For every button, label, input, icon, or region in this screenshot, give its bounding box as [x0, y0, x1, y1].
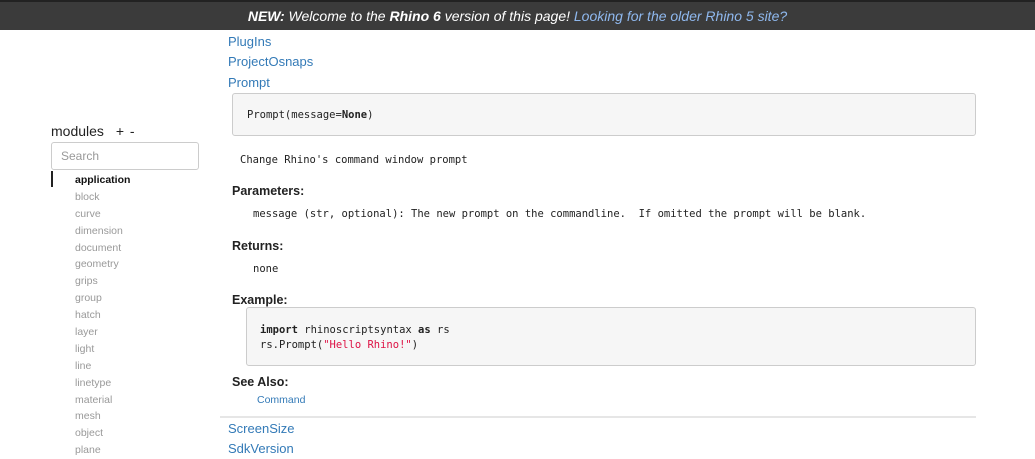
code-text: rhinoscriptsyntax: [297, 324, 419, 336]
module-item-light[interactable]: light: [75, 341, 130, 358]
signature-close: ): [367, 109, 374, 121]
code-text: rs.Prompt(: [260, 339, 324, 351]
module-item-grips[interactable]: grips: [75, 273, 130, 290]
banner-text: Welcome to the: [284, 8, 390, 24]
modules-title: modules: [51, 123, 104, 139]
code-keyword-as: as: [418, 324, 431, 336]
signature-box: Prompt(message=None): [232, 93, 976, 136]
code-text: ): [411, 339, 419, 351]
banner-rhino-label: Rhino 6: [389, 8, 441, 24]
signature-keyword: None: [341, 109, 368, 121]
code-text: rs: [430, 324, 450, 336]
parameters-heading: Parameters:: [232, 184, 305, 198]
module-item-mesh[interactable]: mesh: [75, 408, 130, 425]
function-link-plugins[interactable]: PlugIns: [228, 34, 271, 49]
search-input[interactable]: Search: [51, 142, 199, 170]
banner-new-label: NEW:: [247, 8, 285, 24]
see-also-link-command[interactable]: Command: [257, 394, 305, 406]
module-item-line[interactable]: line: [75, 358, 130, 375]
returns-heading: Returns:: [232, 239, 284, 253]
example-code: import rhinoscriptsyntax as rs rs.Prompt…: [260, 323, 450, 353]
code-keyword-import: import: [260, 324, 298, 336]
banner-text-2: version of this page!: [440, 8, 574, 24]
module-item-material[interactable]: material: [75, 392, 130, 409]
code-string: "Hello Rhino!": [323, 339, 412, 351]
function-description: Change Rhino's command window prompt: [240, 154, 468, 166]
module-item-layer[interactable]: layer: [75, 324, 130, 341]
example-heading: Example:: [232, 293, 288, 307]
module-item-group[interactable]: group: [75, 290, 130, 307]
announcement-banner: NEW: Welcome to the Rhino 6 version of t…: [0, 0, 1035, 30]
module-item-object[interactable]: object: [75, 425, 130, 442]
see-also-heading: See Also:: [232, 375, 289, 389]
function-link-screensize[interactable]: ScreenSize: [228, 421, 294, 436]
expand-all-button[interactable]: +: [116, 123, 124, 139]
divider: [220, 416, 976, 418]
collapse-all-button[interactable]: -: [130, 123, 135, 139]
function-link-projectosnaps[interactable]: ProjectOsnaps: [228, 54, 313, 69]
module-item-dimension[interactable]: dimension: [75, 223, 130, 240]
module-item-geometry[interactable]: geometry: [75, 256, 130, 273]
modules-heading: modules + -: [51, 123, 135, 139]
module-item-curve[interactable]: curve: [75, 206, 130, 223]
active-indicator: [51, 171, 53, 187]
example-code-box: import rhinoscriptsyntax as rs rs.Prompt…: [246, 307, 976, 366]
module-item-document[interactable]: document: [75, 240, 130, 257]
module-item-block[interactable]: block: [75, 189, 130, 206]
signature-text: Prompt(message=: [247, 109, 342, 121]
module-list: application block curve dimension docume…: [75, 172, 130, 459]
module-item-hatch[interactable]: hatch: [75, 307, 130, 324]
parameter-description: message (str, optional): The new prompt …: [253, 208, 867, 220]
function-link-sdkversion[interactable]: SdkVersion: [228, 441, 294, 456]
module-item-application[interactable]: application: [75, 172, 130, 189]
rhino5-site-link[interactable]: Looking for the older Rhino 5 site?: [574, 8, 787, 24]
function-link-prompt[interactable]: Prompt: [228, 75, 270, 90]
module-item-linetype[interactable]: linetype: [75, 375, 130, 392]
module-item-plane[interactable]: plane: [75, 442, 130, 459]
function-signature: Prompt(message=None): [247, 109, 373, 121]
returns-value: none: [253, 263, 279, 275]
